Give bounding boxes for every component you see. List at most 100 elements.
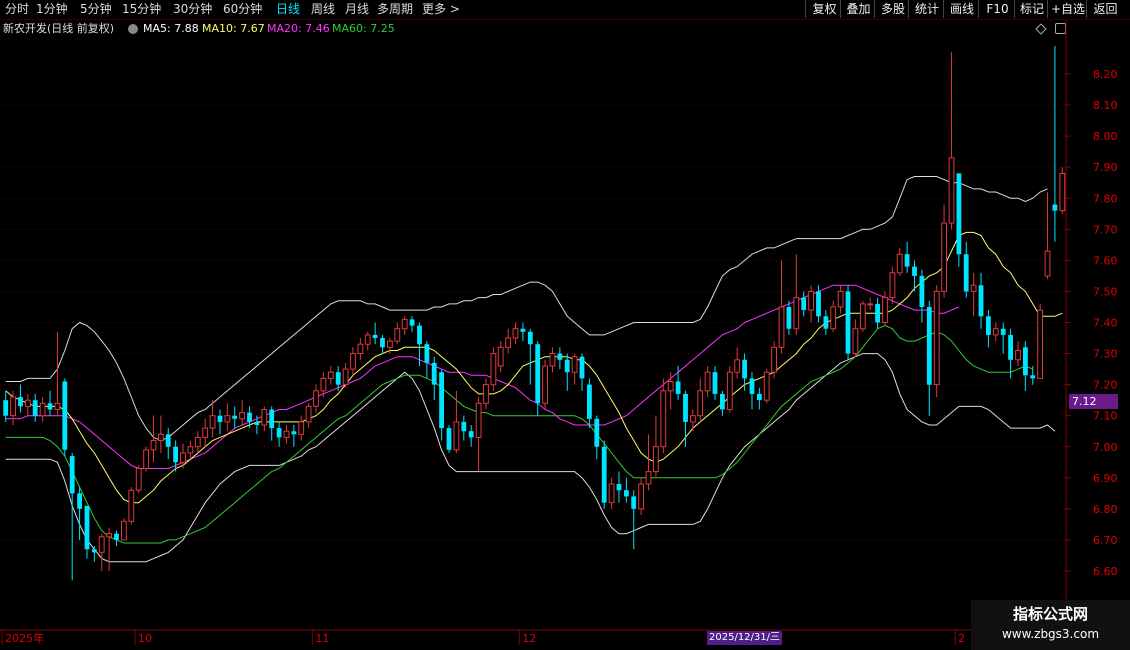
candle-body xyxy=(720,393,725,410)
candle-body xyxy=(165,434,171,447)
candle-body xyxy=(830,306,837,330)
x-tick-label: 2 xyxy=(958,632,965,645)
candle-body xyxy=(380,338,385,348)
candle-body xyxy=(816,291,821,317)
candle-body xyxy=(254,421,260,425)
y-tick-label: 6.80 xyxy=(1093,503,1118,516)
candle-body xyxy=(54,402,61,410)
candle-body xyxy=(364,334,371,345)
candle-body xyxy=(749,378,755,394)
y-tick-label: 7.50 xyxy=(1093,285,1118,298)
candle-body xyxy=(742,359,747,379)
y-tick-label: 8.00 xyxy=(1093,130,1118,143)
candle-body xyxy=(409,319,415,326)
watermark-url: www.zbgs3.com xyxy=(1001,627,1100,641)
candle-body xyxy=(608,483,615,504)
candle-body xyxy=(1044,250,1051,277)
candle-body xyxy=(763,371,770,401)
candle-body xyxy=(135,468,142,491)
watermark: 指标公式网 www.zbgs3.com xyxy=(971,600,1130,650)
candle-body xyxy=(298,421,305,435)
candle-body xyxy=(852,328,859,355)
candle-body xyxy=(1008,334,1013,360)
candle-body xyxy=(941,222,948,292)
candle-body xyxy=(757,393,762,401)
candle-body xyxy=(564,359,570,373)
candle-body xyxy=(261,409,268,426)
candle-body xyxy=(180,452,186,463)
candle-body xyxy=(1000,328,1006,335)
candle-body xyxy=(239,412,245,420)
right-panel-edge xyxy=(1117,20,1130,600)
candle-body xyxy=(276,428,282,438)
last-price-tag: 7.12 xyxy=(1069,394,1118,409)
candle-body xyxy=(704,371,711,392)
candle-body xyxy=(697,390,704,417)
candle-body xyxy=(527,331,533,345)
candle-body xyxy=(92,549,97,553)
candle-body xyxy=(475,402,482,438)
candle-body xyxy=(587,384,592,419)
ma20-line xyxy=(5,284,960,469)
candle-body xyxy=(579,356,585,379)
candle-body xyxy=(712,372,718,394)
candle-body xyxy=(1030,375,1036,379)
candle-body xyxy=(3,400,9,416)
candle-body xyxy=(594,418,600,447)
candle-body xyxy=(98,536,105,553)
candle-body xyxy=(986,316,991,335)
y-tick-label: 7.70 xyxy=(1093,223,1118,236)
candle-body xyxy=(801,297,807,310)
candle-body xyxy=(845,291,851,354)
candle-body xyxy=(313,390,319,407)
candle-body xyxy=(734,359,741,373)
candle-body xyxy=(468,431,474,438)
candle-body xyxy=(342,368,349,386)
candle-body xyxy=(32,400,38,416)
candle-body xyxy=(194,436,201,448)
candle-body xyxy=(933,290,940,386)
candle-body xyxy=(675,381,681,394)
y-tick-label: 7.90 xyxy=(1093,161,1118,174)
candle-body xyxy=(978,285,984,317)
candle-body xyxy=(631,496,637,509)
candle-body xyxy=(431,362,437,385)
candle-body xyxy=(505,337,512,348)
candle-body xyxy=(1037,309,1043,379)
y-tick-label: 7.80 xyxy=(1093,192,1118,205)
candle-body xyxy=(808,290,815,311)
y-tick-label: 7.40 xyxy=(1093,317,1118,330)
candle-body xyxy=(904,254,910,267)
candle-body xyxy=(1015,350,1021,361)
candle-body xyxy=(121,520,127,541)
candle-body xyxy=(571,356,578,373)
date-cursor-label: 2025/12/31/三 xyxy=(707,631,783,645)
candle-body xyxy=(69,456,75,494)
candle-body xyxy=(948,157,955,224)
candle-body xyxy=(1023,347,1028,376)
candle-body xyxy=(187,446,194,454)
candle-body xyxy=(173,446,178,463)
candle-body xyxy=(128,489,135,522)
candle-body xyxy=(970,284,977,292)
y-tick-label: 7.00 xyxy=(1093,441,1118,454)
candle-body xyxy=(992,328,999,336)
y-tick-label: 8.20 xyxy=(1093,68,1118,81)
candle-body xyxy=(417,325,422,345)
candle-body xyxy=(158,433,164,441)
candle-body xyxy=(793,297,800,330)
candle-body xyxy=(859,303,866,330)
candle-body xyxy=(645,471,652,485)
candle-body xyxy=(232,415,238,419)
candle-body xyxy=(372,334,378,338)
y-tick-label: 6.60 xyxy=(1093,565,1118,578)
candle-body xyxy=(490,353,497,386)
kline-chart[interactable]: 8.20 8.10 8.00 7.90 7.80 7.70 7.60 7.50 7.40 7.30… xyxy=(0,0,1130,650)
y-tick-label: 6.70 xyxy=(1093,534,1118,547)
candle-body xyxy=(882,297,888,324)
x-tick-label: 11 xyxy=(315,632,329,645)
y-tick-label: 7.20 xyxy=(1093,379,1118,392)
candle-body xyxy=(25,399,31,407)
x-tick-label: 12 xyxy=(522,632,536,645)
candle-body xyxy=(84,505,90,550)
